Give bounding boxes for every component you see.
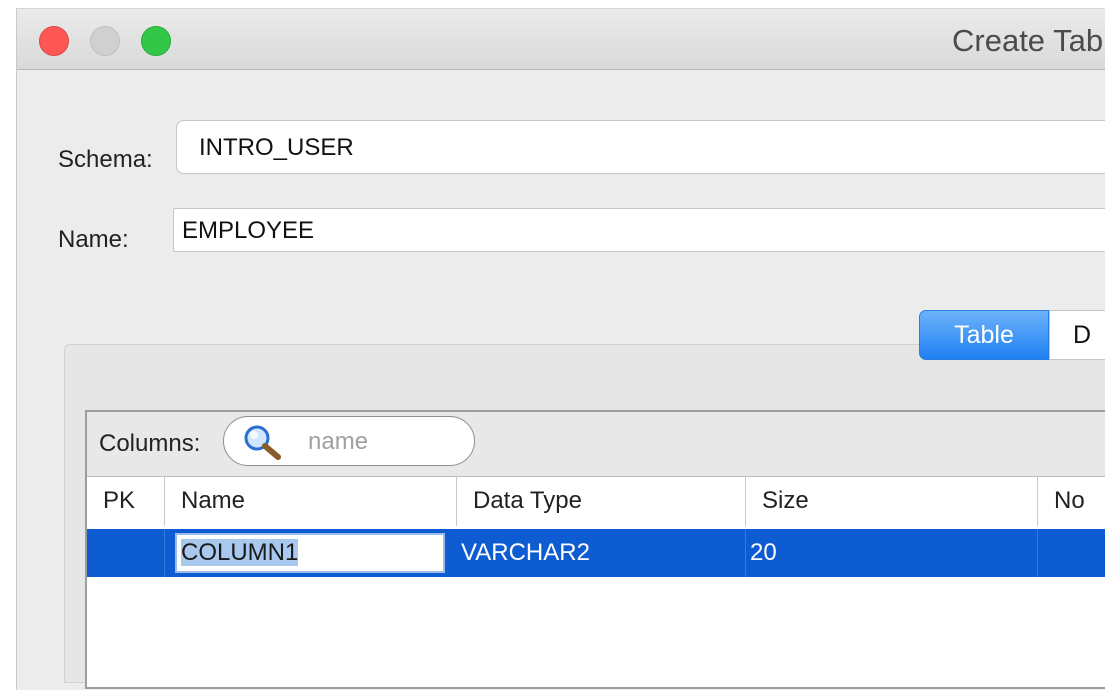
cell-size[interactable]: 20 [746, 529, 1038, 577]
name-label: Name: [58, 226, 129, 253]
schema-label: Schema: [58, 146, 153, 173]
window-title: Create Table [952, 23, 1105, 58]
search-icon [244, 425, 281, 460]
column-header-not-null[interactable]: No [1038, 476, 1105, 526]
tab-table[interactable]: Table [919, 310, 1049, 360]
columns-table: Columns: name PK Name Data Type Size No … [85, 410, 1105, 689]
minimize-window-button[interactable] [90, 26, 120, 56]
search-placeholder: name [308, 428, 369, 455]
maximize-window-button[interactable] [141, 26, 171, 56]
cell-name-container: COLUMN1 [165, 529, 457, 577]
column-header-size[interactable]: Size [746, 476, 1038, 526]
table-row[interactable]: COLUMN1 VARCHAR2 20 [87, 529, 1105, 577]
cell-data-type[interactable]: VARCHAR2 [457, 529, 746, 577]
close-window-button[interactable] [39, 26, 69, 56]
columns-search-input[interactable]: name [223, 416, 475, 466]
cell-pk[interactable] [87, 529, 165, 577]
column-name-editor[interactable]: COLUMN1 [175, 533, 445, 573]
column-header-pk[interactable]: PK [87, 476, 165, 526]
title-bar: Create Table [17, 9, 1105, 70]
schema-select[interactable]: INTRO_USER [176, 120, 1105, 174]
tab-ddl[interactable]: D [1049, 310, 1105, 360]
column-header-name[interactable]: Name [165, 476, 457, 526]
cell-not-null[interactable] [1038, 529, 1105, 577]
column-name-selected-text: COLUMN1 [181, 539, 299, 566]
column-header-data-type[interactable]: Data Type [457, 476, 746, 526]
columns-toolbar: Columns: name [87, 412, 1105, 477]
table-name-input[interactable]: EMPLOYEE [173, 208, 1105, 252]
columns-label: Columns: [99, 430, 201, 457]
